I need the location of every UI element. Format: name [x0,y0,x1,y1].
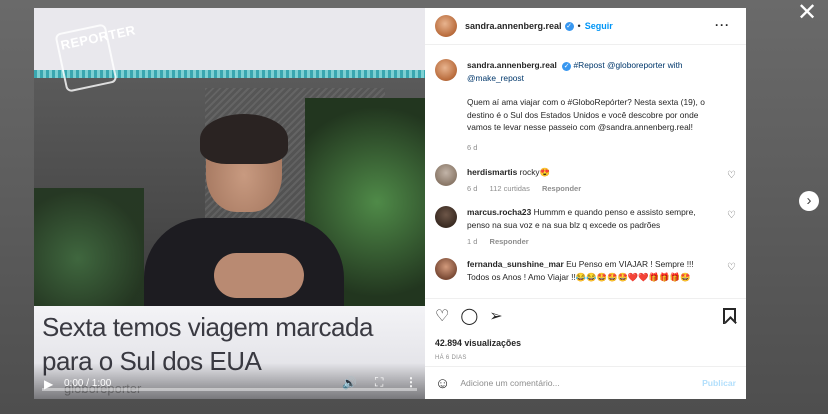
post-modal: REPORTER Sexta temos viagem marcada para… [34,8,746,399]
avatar[interactable] [435,15,457,37]
video-scene [34,78,425,308]
post-side-panel: sandra.annenberg.real ✓ • Seguir ··· san… [425,8,746,399]
video-frame[interactable]: REPORTER Sexta temos viagem marcada para… [34,8,425,399]
comment-item: marcus.rocha23 Hummm e quando penso e as… [425,193,746,246]
verified-badge-icon: ✓ [562,62,572,71]
presenter-hair [200,114,288,164]
post-age: HÁ 6 DIAS [435,355,467,361]
comment-text: fernanda_sunshine_mar Eu Penso em VIAJAR… [467,258,716,283]
comment-item: fernanda_sunshine_mar Eu Penso em VIAJAR… [425,246,746,283]
comment-username[interactable]: herdismartis [467,167,517,177]
comment-icon[interactable]: ◯ [460,309,478,325]
comment-time: 1 d [467,237,478,246]
follow-button[interactable]: Seguir [585,21,613,31]
video-player[interactable]: REPORTER Sexta temos viagem marcada para… [34,8,425,399]
comment-heart-icon[interactable]: ♡ [727,170,736,181]
post-header: sandra.annenberg.real ✓ • Seguir ··· [425,8,746,45]
heart-icon[interactable]: ♡ [435,309,449,325]
next-post-button[interactable]: › [799,191,819,211]
comment-username[interactable]: marcus.rocha23 [467,207,531,217]
video-controls: ▶ 0:00 / 1:00 🔊 ⛶ ⋮ [34,363,425,399]
comment-text: herdismartis rocky😍 [467,166,716,179]
verified-badge-icon: ✓ [564,21,574,31]
post-comment-button[interactable]: Publicar [702,378,736,388]
share-icon[interactable]: ➢ [489,309,502,325]
bookmark-icon[interactable] [723,308,736,324]
comment-likes[interactable]: 112 curtidas [490,184,530,193]
caption-text: sandra.annenberg.real ✓ #Repost @globore… [467,59,716,84]
close-icon[interactable]: ✕ [796,1,818,25]
comment-item: herdismartis rocky😍 6 d 112 curtidas Res… [425,152,746,193]
comment-input[interactable] [460,378,703,388]
emoji-icon[interactable]: ☺ [435,375,450,392]
comment-heart-icon[interactable]: ♡ [727,262,736,273]
presenter-hands [214,253,304,298]
comment-meta: 6 d 112 curtidas Responder [467,184,716,193]
video-progress-bar[interactable] [42,388,417,391]
comment-composer: ☺ Publicar [425,366,746,399]
more-vertical-icon[interactable]: ⋮ [405,375,417,389]
comment-heart-icon[interactable]: ♡ [727,210,736,221]
comments-list[interactable]: sandra.annenberg.real ✓ #Repost @globore… [425,46,746,298]
post-caption: sandra.annenberg.real ✓ #Repost @globore… [425,46,746,152]
comment-text: marcus.rocha23 Hummm e quando penso e as… [467,206,716,231]
action-icons: ♡ ◯ ➢ [435,309,503,325]
comment-time: 6 d [467,184,478,193]
caption-username[interactable]: sandra.annenberg.real [467,60,557,70]
separator-dot: • [577,21,581,31]
header-username[interactable]: sandra.annenberg.real [465,21,562,31]
avatar[interactable] [435,163,457,186]
caption-body: Quem aí ama viajar com o #GloboRepórter?… [467,97,705,132]
comment-body: rocky😍 [519,166,551,177]
avatar[interactable] [435,258,457,280]
caption-time: 6 d [467,142,478,152]
avatar[interactable] [435,59,457,81]
globo-reporter-logo: REPORTER [54,22,137,93]
more-options-icon[interactable]: ··· [715,18,730,32]
views-count[interactable]: 42.894 visualizações [435,338,521,348]
reply-button[interactable]: Responder [490,237,529,246]
avatar[interactable] [435,206,457,228]
comment-meta: 1 d Responder [467,237,716,246]
reply-button[interactable]: Responder [542,184,581,193]
comment-username[interactable]: fernanda_sunshine_mar [467,259,564,269]
plants-left [34,188,144,306]
